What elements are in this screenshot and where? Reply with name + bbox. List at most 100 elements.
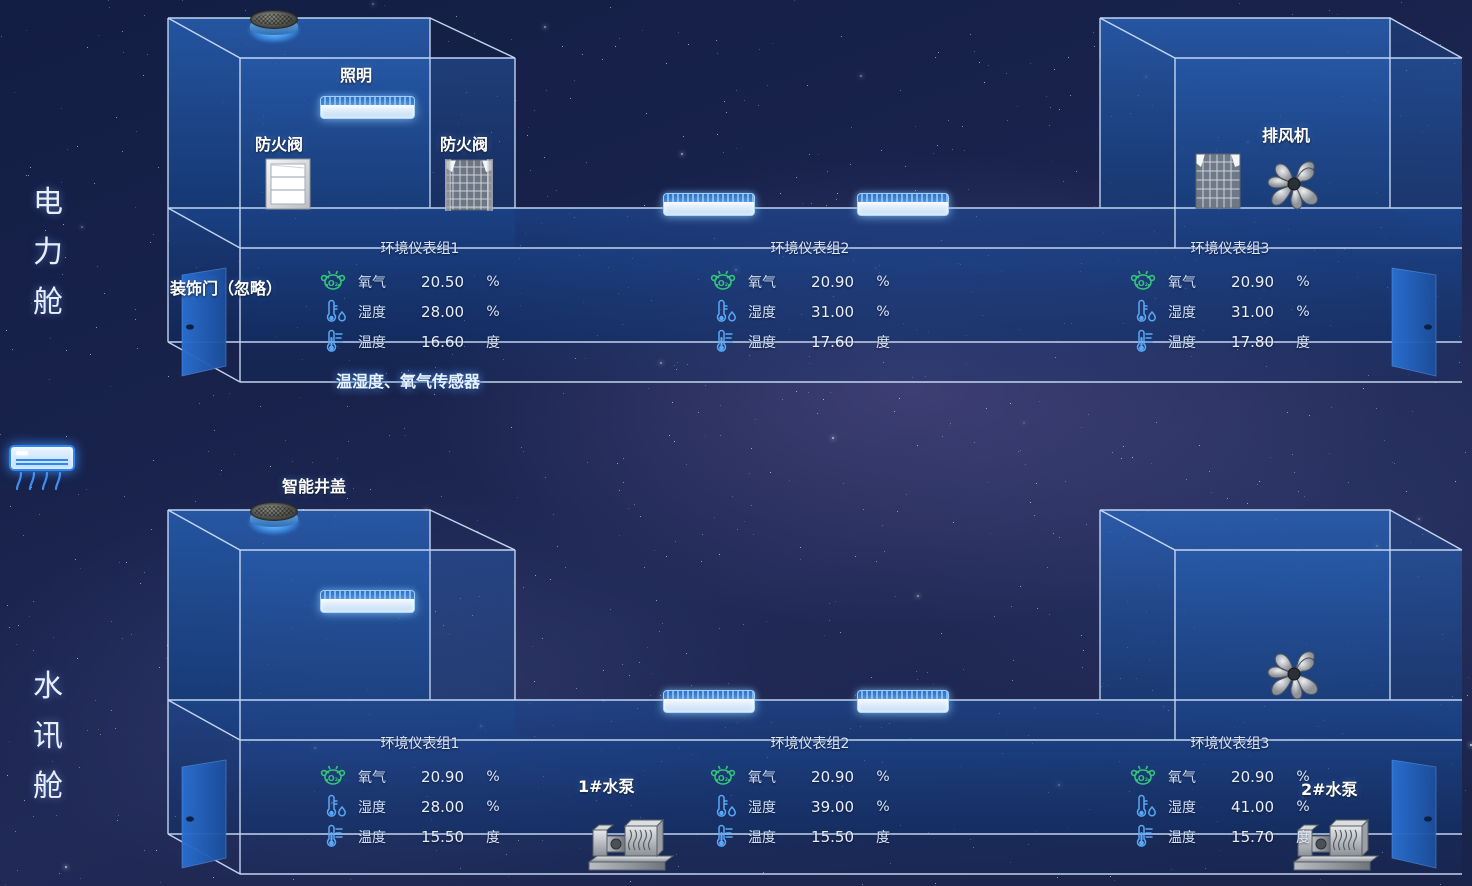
ac-body [9,445,75,471]
svg-text:O₂: O₂ [328,279,339,288]
meter-row-name: 温度 [358,827,406,847]
meter-row: 湿度 31.00 % [1130,297,1330,327]
humidity-icon [710,299,740,325]
scene-background: 电 力 舱 照明 防火阀 防火阀 排风机 装饰门（忽略） 温湿度、氧气传感器 环… [0,0,1472,886]
temperature-icon [320,824,350,850]
meter-row: 湿度 31.00 % [710,297,910,327]
lamp-top [663,193,755,202]
meter-group-title: 环境仪表组3 [1130,238,1330,258]
fire-damper-grille-icon[interactable] [444,158,494,212]
meter-row-name: 氧气 [748,767,796,787]
meter-row-unit: % [866,799,900,815]
meter-row: 湿度 39.00 % [710,792,910,822]
meter-row-value: 15.70 [1216,828,1274,846]
meter-row-name: 温度 [1168,332,1216,352]
lamp-top [320,590,415,599]
temperature-icon [710,329,740,355]
lamp-tube [663,202,755,216]
meter-group-title: 环境仪表组2 [710,733,910,753]
oxygen-icon: O₂ [1130,764,1160,790]
meter-group-title: 环境仪表组1 [320,238,520,258]
meter-row-name: 温度 [358,332,406,352]
svg-text:O₂: O₂ [328,774,339,783]
water-pump-1-icon[interactable] [585,812,677,874]
lamp-tube [320,105,415,119]
meter-row-unit: 度 [476,332,510,352]
svg-text:O₂: O₂ [718,279,729,288]
temperature-icon [320,329,350,355]
oxygen-icon: O₂ [1130,269,1160,295]
label-pump-1: 1#水泵 [578,773,635,797]
meter-row: 湿度 28.00 % [320,297,520,327]
lamp-top [320,96,415,105]
meter-row-unit: % [476,304,510,320]
meter-row-value: 39.00 [796,798,854,816]
meter-row: O₂ 氧气 20.50 % [320,267,520,297]
oxygen-icon: O₂ [320,269,350,295]
fire-damper-louver-icon[interactable] [265,158,311,210]
meter-row-value: 15.50 [406,828,464,846]
exhaust-fan-icon[interactable] [1265,155,1323,213]
lighting-fixture-6[interactable] [857,690,949,712]
lighting-fixture-5[interactable] [663,690,755,712]
meter-row: O₂ 氧气 20.90 % [320,762,520,792]
lighting-fixture-4[interactable] [320,590,415,614]
lamp-tube [857,202,949,216]
meter-group-power-3: 环境仪表组3 O₂ 氧气 20.90 % 湿度 31.00 % 温度 17.80… [1130,238,1330,357]
lamp-top [857,690,949,699]
meter-row-name: 湿度 [358,797,406,817]
air-conditioner-icon[interactable] [9,445,75,490]
label-fire-damper-right: 防火阀 [440,131,488,155]
label-lighting: 照明 [340,62,372,86]
meter-row-name: 温度 [748,827,796,847]
meter-row-value: 28.00 [406,303,464,321]
meter-row-value: 28.00 [406,798,464,816]
meter-row-unit: 度 [866,827,900,847]
humidity-icon [320,794,350,820]
label-exhaust-fan: 排风机 [1262,122,1310,146]
meter-row-value: 20.50 [406,273,464,291]
meter-row-unit: % [1286,769,1320,785]
lighting-fixture-2[interactable] [663,193,755,215]
meter-row-name: 氧气 [748,272,796,292]
meter-row: 湿度 41.00 % [1130,792,1330,822]
meter-row-name: 湿度 [1168,302,1216,322]
manhole-cap [250,10,298,29]
exhaust-grille-icon[interactable] [1194,152,1242,210]
meter-row-value: 15.50 [796,828,854,846]
humidity-icon [710,794,740,820]
lighting-fixture-1[interactable] [320,96,415,120]
smart-manhole-cover-bottom[interactable] [248,495,300,535]
meter-row-value: 20.90 [1216,273,1274,291]
meter-row-value: 17.80 [1216,333,1274,351]
meter-row-name: 氧气 [1168,272,1216,292]
label-fire-damper-left: 防火阀 [255,131,303,155]
meter-row: 温度 15.50 度 [710,822,910,852]
meter-row: 温度 15.50 度 [320,822,520,852]
label-sensor-caption: 温湿度、氧气传感器 [336,368,480,392]
meter-row-unit: % [866,769,900,785]
meter-row-unit: % [476,799,510,815]
meter-row-value: 17.60 [796,333,854,351]
meter-row: O₂ 氧气 20.90 % [1130,267,1330,297]
meter-row-name: 湿度 [748,797,796,817]
meter-row: 温度 17.60 度 [710,327,910,357]
label-smart-manhole: 智能井盖 [282,473,346,497]
meter-row-name: 氧气 [358,767,406,787]
meter-row-value: 20.90 [796,273,854,291]
lighting-fixture-3[interactable] [857,193,949,215]
meter-group-power-1: 环境仪表组1 O₂ 氧气 20.50 % 湿度 28.00 % 温度 16.60… [320,238,520,357]
svg-text:O₂: O₂ [1138,774,1149,783]
meter-group-water-1: 环境仪表组1 O₂ 氧气 20.90 % 湿度 28.00 % 温度 15.50… [320,733,520,852]
meter-group-title: 环境仪表组1 [320,733,520,753]
meter-group-water-2: 环境仪表组2 O₂ 氧气 20.90 % 湿度 39.00 % 温度 15.50… [710,733,910,852]
exhaust-fan-icon-bottom[interactable] [1265,645,1323,703]
meter-row-value: 16.60 [406,333,464,351]
smart-manhole-cover-top[interactable] [248,3,300,43]
meter-row: O₂ 氧气 20.90 % [710,762,910,792]
meter-row-unit: 度 [476,827,510,847]
humidity-icon [1130,299,1160,325]
meter-row-value: 31.00 [1216,303,1274,321]
temperature-icon [1130,824,1160,850]
meter-group-power-2: 环境仪表组2 O₂ 氧气 20.90 % 湿度 31.00 % 温度 17.60… [710,238,910,357]
